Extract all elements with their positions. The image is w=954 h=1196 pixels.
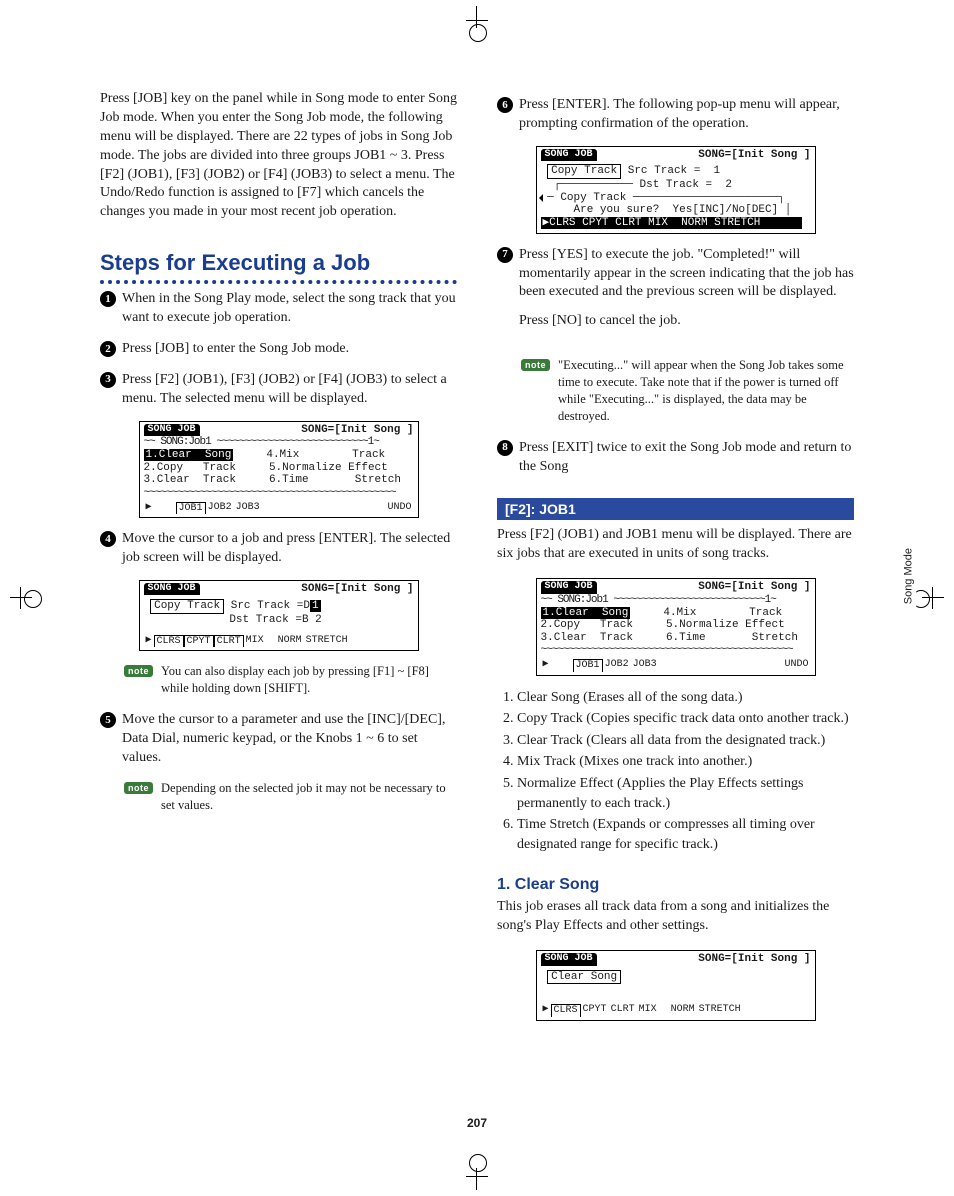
clear-song-text: This job erases all track data from a so…: [497, 898, 854, 936]
note-not-necessary: note Depending on the selected job it ma…: [124, 780, 457, 814]
list-item: Clear Track (Clears all data from the de…: [517, 731, 854, 751]
lcd-footer-tabs: ▶ JOB1 JOB2 JOB3 UNDO: [144, 502, 414, 515]
step-text-no: Press [NO] to cancel the job.: [519, 312, 854, 331]
section-intro: Press [F2] (JOB1) and JOB1 menu will be …: [497, 526, 854, 564]
lcd-divider: ~~ SONG:Job1 ~~~~~~~~~~~~~~~~~~~~~~~~~~~…: [144, 436, 414, 449]
step-text: Press [JOB] to enter the Song Job mode.: [122, 340, 349, 359]
step-6: 6 Press [ENTER]. The following pop-up me…: [497, 96, 854, 134]
list-item: Clear Song (Erases all of the song data.…: [517, 688, 854, 708]
step-8: 8 Press [EXIT] twice to exit the Song Jo…: [497, 439, 854, 477]
step-number-icon: 7: [497, 247, 513, 263]
step-2: 2 Press [JOB] to enter the Song Job mode…: [100, 340, 457, 359]
note-shift-f-keys: note You can also display each job by pr…: [124, 663, 457, 697]
note-text: Depending on the selected job it may not…: [161, 780, 457, 814]
step-number-icon: 4: [100, 531, 116, 547]
lcd-title-right: SONG=[Init Song ]: [301, 424, 413, 437]
lcd-screenshot-clear-song: SONG JOB SONG=[Init Song ] Clear Song ▶ …: [536, 950, 816, 1021]
heading-clear-song: 1. Clear Song: [497, 876, 854, 894]
lcd-screenshot-job1-menu: SONG JOB SONG=[Init Song ] ~~ SONG:Job1 …: [536, 578, 816, 675]
heading-steps: Steps for Executing a Job: [100, 250, 457, 284]
step-number-icon: 1: [100, 291, 116, 307]
section-bar-f2-job1: [F2]: JOB1: [497, 498, 854, 520]
step-number-icon: 3: [100, 372, 116, 388]
note-executing: note "Executing..." will appear when the…: [521, 357, 854, 425]
step-text: Press [F2] (JOB1), [F3] (JOB2) or [F4] (…: [122, 371, 457, 409]
note-icon: note: [521, 359, 550, 371]
page-number: 207: [0, 1116, 954, 1130]
step-number-icon: 8: [497, 440, 513, 456]
side-tab: Song Mode: [900, 540, 916, 612]
list-item: Copy Track (Copies specific track data o…: [517, 709, 854, 729]
note-icon: note: [124, 782, 153, 794]
step-text: Press [ENTER]. The following pop-up menu…: [519, 96, 854, 134]
lcd-screenshot-job-menu: SONG JOB SONG=[Init Song ] ~~ SONG:Job1 …: [139, 421, 419, 518]
step-text: Move the cursor to a parameter and use t…: [122, 711, 457, 768]
list-item: Normalize Effect (Applies the Play Effec…: [517, 774, 854, 813]
step-7: 7 Press [YES] to execute the job. "Compl…: [497, 246, 854, 346]
crop-mark-bottom: [462, 1160, 492, 1190]
crop-mark-right: [918, 583, 948, 613]
left-column: Press [JOB] key on the panel while in So…: [100, 90, 457, 1033]
step-text: When in the Song Play mode, select the s…: [122, 290, 457, 328]
note-text: You can also display each job by pressin…: [161, 663, 457, 697]
step-number-icon: 5: [100, 712, 116, 728]
job-list: Clear Song (Erases all of the song data.…: [497, 688, 854, 855]
crop-mark-left: [6, 583, 36, 613]
step-text: Move the cursor to a job and press [ENTE…: [122, 530, 457, 568]
step-4: 4 Move the cursor to a job and press [EN…: [100, 530, 457, 568]
note-text: "Executing..." will appear when the Song…: [558, 357, 854, 425]
note-icon: note: [124, 665, 153, 677]
step-text: Press [YES] to execute the job. "Complet…: [519, 246, 854, 303]
manual-page: Song Mode Press [JOB] key on the panel w…: [0, 0, 954, 1196]
step-1: 1 When in the Song Play mode, select the…: [100, 290, 457, 328]
lcd-item-selected: 1.Clear Song: [144, 449, 234, 461]
lcd-screenshot-confirm-popup: SONG JOB SONG=[Init Song ] Copy Track Sr…: [536, 146, 816, 234]
crop-mark-top: [462, 6, 492, 36]
lcd-title-left: SONG JOB: [144, 424, 200, 437]
intro-paragraph: Press [JOB] key on the panel while in So…: [100, 90, 457, 222]
step-5: 5 Move the cursor to a parameter and use…: [100, 711, 457, 768]
step-text: Press [EXIT] twice to exit the Song Job …: [519, 439, 854, 477]
step-number-icon: 6: [497, 97, 513, 113]
step-3: 3 Press [F2] (JOB1), [F3] (JOB2) or [F4]…: [100, 371, 457, 409]
list-item: Mix Track (Mixes one track into another.…: [517, 752, 854, 772]
list-item: Time Stretch (Expands or compresses all …: [517, 815, 854, 854]
lcd-screenshot-copy-track: SONG JOB SONG=[Init Song ] Copy Track Sr…: [139, 580, 419, 651]
right-column: 6 Press [ENTER]. The following pop-up me…: [497, 90, 854, 1033]
step-number-icon: 2: [100, 341, 116, 357]
